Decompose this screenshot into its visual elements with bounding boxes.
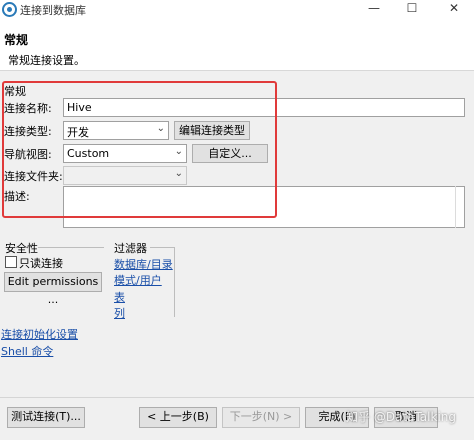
maximize-button[interactable]: ☐ [398, 0, 426, 19]
filters-group-separator [150, 247, 175, 248]
finish-button[interactable]: 完成(F) [305, 407, 369, 428]
close-button[interactable]: ✕ [440, 0, 468, 19]
page-title: 常规 [4, 33, 29, 47]
description-label: 描述: [4, 190, 30, 203]
test-connection-button[interactable]: 测试连接(T)... [7, 407, 85, 428]
cancel-button[interactable]: 取消 [374, 407, 438, 428]
filters-group-title: 过滤器 [114, 242, 147, 255]
chevron-down-icon: ⌄ [174, 168, 183, 179]
filters-group-border [174, 247, 175, 317]
customize-button[interactable]: 自定义... [192, 144, 268, 163]
next-button[interactable]: 下一步(N) > [222, 407, 300, 428]
description-scrollbar[interactable] [455, 186, 465, 228]
filter-link-table[interactable]: 表 [114, 289, 125, 305]
edit-connection-type-button[interactable]: 编辑连接类型 [174, 121, 250, 140]
chevron-down-icon: ⌄ [174, 146, 183, 157]
security-group-title: 安全性 [5, 242, 38, 255]
connection-type-label: 连接类型: [4, 125, 52, 138]
readonly-label: 只读连接 [19, 257, 63, 270]
navigator-view-select[interactable]: Custom ⌄ [63, 144, 187, 163]
edit-permissions-button[interactable]: Edit permissions ... [4, 272, 102, 306]
minimize-button[interactable]: — [360, 0, 388, 19]
security-group-separator [38, 247, 104, 248]
description-textarea[interactable] [63, 186, 465, 228]
filter-link-column[interactable]: 列 [114, 305, 125, 321]
chevron-down-icon: ⌄ [156, 123, 165, 134]
connection-type-value: 开发 [67, 126, 89, 139]
connection-name-label: 连接名称: [4, 102, 52, 115]
shell-commands-link[interactable]: Shell 命令 [1, 343, 53, 359]
dbeaver-app-icon [2, 2, 17, 17]
title-bar: 连接到数据库 — ☐ ✕ [0, 0, 474, 19]
window-title: 连接到数据库 [20, 4, 86, 17]
filter-link-schema-user[interactable]: 模式/用户 [114, 272, 162, 288]
footer-separator [0, 397, 474, 398]
connection-folder-label: 连接文件夹: [4, 170, 63, 183]
back-button[interactable]: < 上一步(B) [139, 407, 217, 428]
connection-name-value: Hive [67, 101, 92, 114]
connection-name-input[interactable]: Hive [63, 98, 465, 117]
readonly-checkbox[interactable] [5, 256, 17, 268]
connection-type-select[interactable]: 开发 ⌄ [63, 121, 169, 140]
navigator-view-label: 导航视图: [4, 148, 52, 161]
connection-init-settings-link[interactable]: 连接初始化设置 [1, 326, 78, 342]
general-group-title: 常规 [4, 85, 26, 98]
page-description: 常规连接设置。 [8, 54, 85, 67]
navigator-view-value: Custom [67, 147, 110, 160]
filter-link-database-catalog[interactable]: 数据库/目录 [114, 256, 173, 272]
connection-folder-select[interactable]: ⌄ [63, 166, 187, 185]
page-header: 常规 常规连接设置。 [0, 19, 474, 71]
